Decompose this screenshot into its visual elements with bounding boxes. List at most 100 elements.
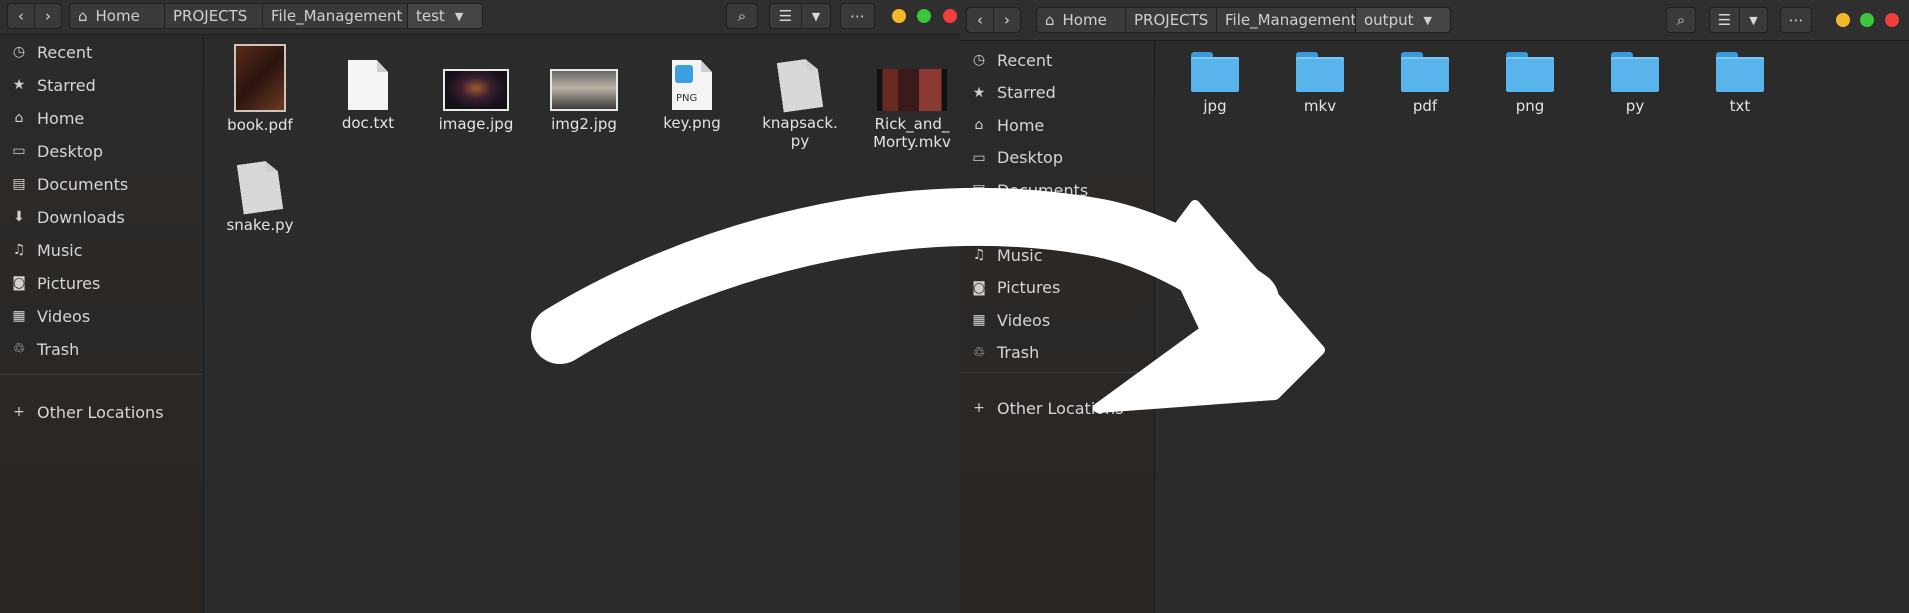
clock-icon: ◷ xyxy=(972,52,986,68)
sidebar-item-videos[interactable]: ▦ Videos xyxy=(0,301,203,331)
trash-icon: ♲ xyxy=(972,344,986,361)
file-item[interactable]: knapsack. py xyxy=(754,60,846,150)
sidebar-item-starred[interactable]: ★ Starred xyxy=(960,78,1154,108)
sidebar-item-trash[interactable]: ♲ Trash xyxy=(0,334,203,364)
png-file-icon: PNG xyxy=(672,60,712,110)
folder-item-png[interactable]: png xyxy=(1490,52,1570,115)
breadcrumb-projects[interactable]: PROJECTS xyxy=(1125,7,1217,33)
breadcrumb-home[interactable]: ⌂ Home xyxy=(69,3,165,29)
download-icon: ⬇ xyxy=(13,209,25,225)
folder-label: jpg xyxy=(1203,97,1227,115)
sidebar-item-other-locations[interactable]: + Other Locations xyxy=(0,397,203,427)
sidebar-item-music[interactable]: ♫ Music xyxy=(0,235,203,265)
file-item[interactable]: PNG key.png xyxy=(646,60,738,132)
forward-button[interactable]: › xyxy=(34,3,62,29)
sidebar-item-label: Starred xyxy=(997,83,1056,102)
sidebar-item-home[interactable]: ⌂ Home xyxy=(960,110,1154,140)
sidebar-item-label: Home xyxy=(997,115,1045,135)
folder-item-jpg[interactable]: jpg xyxy=(1175,52,1255,115)
close-button[interactable] xyxy=(1885,13,1899,27)
menu-button[interactable]: ⋯ xyxy=(840,3,875,29)
breadcrumb-home[interactable]: ⌂ Home xyxy=(1036,7,1126,33)
sidebar-item-recent[interactable]: ◷ Recent xyxy=(0,37,203,67)
document-icon: ▤ xyxy=(12,176,26,192)
sidebar-item-desktop[interactable]: ▭ Desktop xyxy=(960,143,1154,173)
view-toggle-button[interactable]: ☰ xyxy=(769,3,802,29)
list-icon: ☰ xyxy=(1717,11,1732,29)
back-button[interactable]: ‹ xyxy=(7,3,35,29)
document-icon: ▤ xyxy=(972,182,986,198)
folder-item-txt[interactable]: txt xyxy=(1700,52,1780,115)
sidebar-item-label: Pictures xyxy=(997,278,1061,297)
video-thumbnail-icon xyxy=(877,69,947,111)
search-button[interactable]: ⌕ xyxy=(1666,7,1696,33)
chevron-down-icon: ▼ xyxy=(1749,13,1758,27)
sidebar-item-documents[interactable]: ▤ Documents xyxy=(960,175,1154,205)
sidebar-item-videos[interactable]: ▦ Videos xyxy=(960,305,1154,335)
file-manager-window-output: ‹ › ⌂ Home PROJECTS File_Management outpu… xyxy=(960,0,1909,613)
image-thumbnail-icon xyxy=(550,69,618,111)
sidebar-item-downloads[interactable]: ⬇ Downloads xyxy=(0,202,203,232)
maximize-button[interactable] xyxy=(1860,13,1874,27)
breadcrumb-file-management[interactable]: File_Management xyxy=(1216,7,1356,33)
maximize-button[interactable] xyxy=(917,9,931,23)
file-item[interactable]: doc.txt xyxy=(322,60,414,132)
star-icon: ★ xyxy=(972,84,986,101)
sidebar-item-label: Trash xyxy=(997,343,1040,362)
sidebar-item-label: Recent xyxy=(37,42,93,62)
sidebar-item-music[interactable]: ♫ Music xyxy=(960,240,1154,270)
image-thumbnail-icon xyxy=(443,69,509,111)
pdf-thumbnail-icon xyxy=(234,44,286,112)
home-icon: ⌂ xyxy=(14,110,24,126)
video-icon: ▦ xyxy=(972,312,986,328)
sidebar-item-downloads[interactable]: ⬇ Downloads xyxy=(960,208,1154,238)
file-item[interactable]: snake.py xyxy=(214,162,306,234)
view-toggle-button[interactable]: ☰ xyxy=(1709,7,1740,33)
file-item[interactable]: Rick_and_ Morty.mkv xyxy=(862,69,960,151)
breadcrumb-file-management[interactable]: File_Management xyxy=(262,3,408,29)
header-bar: ‹ › ⌂ Home PROJECTS File_Management test ▼… xyxy=(0,0,960,35)
folder-item-mkv[interactable]: mkv xyxy=(1280,52,1360,115)
breadcrumb-output[interactable]: output ▼ xyxy=(1355,7,1451,33)
breadcrumb-test[interactable]: test ▼ xyxy=(407,3,483,29)
search-icon: ⌕ xyxy=(737,7,747,25)
folder-item-py[interactable]: py xyxy=(1595,52,1675,115)
chevron-left-icon: ‹ xyxy=(18,7,24,25)
sidebar-item-pictures[interactable]: ◙ Pictures xyxy=(960,273,1154,303)
list-icon: ☰ xyxy=(778,7,793,25)
sidebar: ◷ Recent ★ Starred ⌂ Home ▭ Desktop ▤ Documents ⬇ D… xyxy=(0,35,204,613)
file-item[interactable]: book.pdf xyxy=(214,44,306,134)
minimize-button[interactable] xyxy=(1836,13,1850,27)
view-options-button[interactable]: ▼ xyxy=(801,3,831,29)
folder-item-pdf[interactable]: pdf xyxy=(1385,52,1465,115)
sidebar-item-label: Trash xyxy=(37,339,80,359)
sidebar-item-desktop[interactable]: ▭ Desktop xyxy=(0,136,203,166)
breadcrumb-projects[interactable]: PROJECTS xyxy=(164,3,263,29)
home-icon: ⌂ xyxy=(1045,11,1055,29)
back-button[interactable]: ‹ xyxy=(966,7,994,33)
home-icon: ⌂ xyxy=(974,117,984,133)
video-icon: ▦ xyxy=(12,308,26,324)
sidebar-item-pictures[interactable]: ◙ Pictures xyxy=(0,268,203,298)
folder-icon xyxy=(1191,52,1239,92)
sidebar-item-home[interactable]: ⌂ Home xyxy=(0,103,203,133)
view-options-button[interactable]: ▼ xyxy=(1739,7,1768,33)
folder-label: txt xyxy=(1729,97,1751,115)
sidebar-item-label: Recent xyxy=(997,50,1053,70)
sidebar-item-label: Starred xyxy=(37,75,96,95)
file-item[interactable]: image.jpg xyxy=(430,69,522,133)
forward-button[interactable]: › xyxy=(993,7,1021,33)
plus-icon: + xyxy=(973,400,985,416)
sidebar-item-starred[interactable]: ★ Starred xyxy=(0,70,203,100)
chevron-right-icon: › xyxy=(45,7,51,25)
more-icon: ⋯ xyxy=(850,7,865,25)
search-button[interactable]: ⌕ xyxy=(726,3,758,29)
file-item[interactable]: img2.jpg xyxy=(538,69,630,133)
sidebar-item-other-locations[interactable]: + Other Locations xyxy=(960,393,1154,423)
menu-button[interactable]: ⋯ xyxy=(1780,7,1812,33)
close-button[interactable] xyxy=(943,9,957,23)
sidebar-item-recent[interactable]: ◷ Recent xyxy=(960,45,1154,75)
minimize-button[interactable] xyxy=(892,9,906,23)
sidebar-item-documents[interactable]: ▤ Documents xyxy=(0,169,203,199)
sidebar-item-trash[interactable]: ♲ Trash xyxy=(960,338,1154,368)
